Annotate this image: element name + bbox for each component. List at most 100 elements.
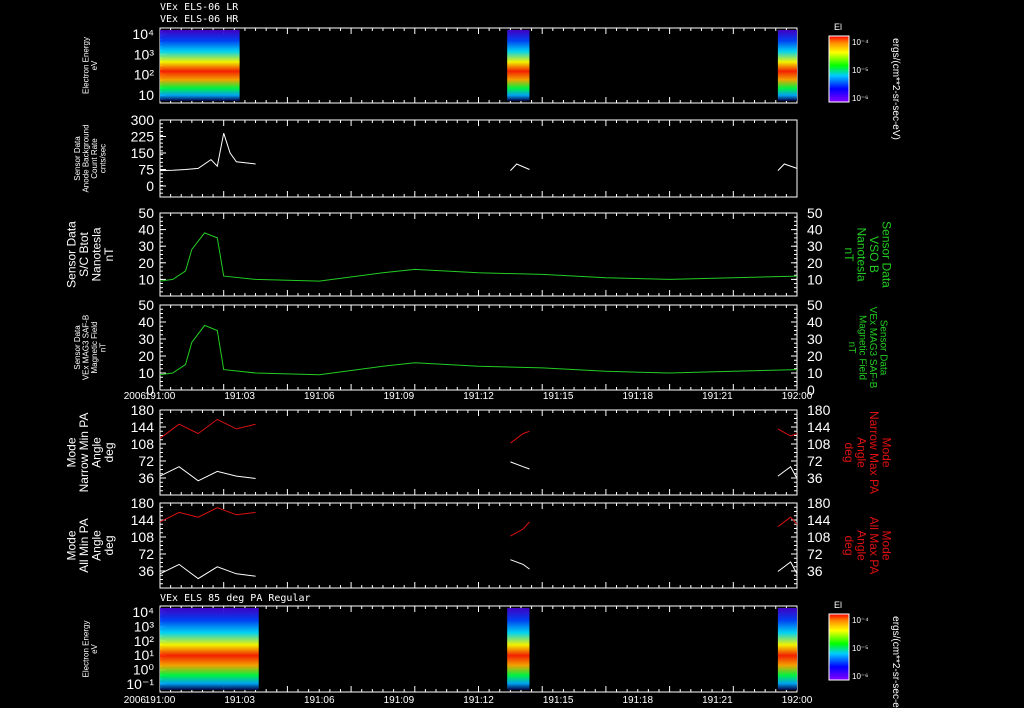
y-tick-label-right: 40 [807, 314, 823, 330]
panel-5-series-6-line [777, 465, 798, 479]
y-tick-label-right: 20 [807, 348, 823, 364]
x-tick-label-bottom: 191:00 [145, 695, 176, 706]
y-tick-label: 30 [138, 331, 154, 347]
y-tick-label: 108 [131, 436, 155, 452]
heatmap-segment-2 [507, 608, 530, 690]
panel-3-ylabel-line: nT [102, 247, 116, 262]
x-tick-label: 192:00 [782, 391, 813, 402]
panel-6-series-4-line [510, 559, 530, 570]
x-tick-label: 191:09 [384, 391, 415, 402]
y-tick-label: 10² [134, 67, 155, 83]
x-tick-label: 191:18 [622, 391, 653, 402]
panel-4-ylabel-right: Sensor DataVEx MAG3 SAF-BMagnetic Fieldn… [846, 307, 889, 389]
panel-6-series-5-line [777, 516, 798, 528]
y-tick-label-right: 72 [807, 453, 823, 469]
y-tick-label: 0 [146, 178, 154, 194]
y-tick-label: 10 [138, 87, 154, 103]
x-tick-label-bottom: 191:09 [384, 695, 415, 706]
panel-5-ylabel-right-line: deg [842, 442, 856, 462]
x-tick-label: 191:00 [145, 391, 176, 402]
colorbar-label: El [834, 22, 842, 32]
y-tick-label: 20 [138, 348, 154, 364]
y-tick-label: 10 [138, 271, 154, 287]
panel-5-series-1-line [159, 418, 256, 439]
panel-3-ylabel: Sensor DataS/C BtotNanoteslanT [64, 221, 116, 288]
x-tick-label-bottom: 191:03 [224, 695, 255, 706]
y-tick-label-right: 36 [807, 470, 823, 486]
y-tick-label: 50 [138, 297, 154, 313]
colorbar-units: ergs/(cm**2-sr-sec-eV) [890, 616, 901, 708]
y-tick-label: 50 [138, 205, 154, 221]
y-tick-label: 144 [131, 512, 155, 528]
colorbar-tick-label: 10⁻⁵ [852, 644, 868, 653]
x-tick-label-bottom: 191:15 [543, 695, 574, 706]
x-tick-label: 191:06 [304, 391, 335, 402]
heatmap-segment-1 [160, 30, 240, 101]
x-tick-label: 191:03 [224, 391, 255, 402]
panel-5-series-5-line [777, 428, 798, 437]
colorbar-label: El [834, 600, 842, 610]
panel-1-frame [159, 27, 798, 104]
panel-6-ylabel-right: ModeAll Max PAAngledeg [842, 517, 894, 575]
panel-2-series-3-line [777, 163, 798, 171]
panel-1-ylabel: Electron Energy eV [82, 37, 99, 94]
y-tick-label: 10⁴ [132, 26, 154, 42]
heatmap-segment-3 [777, 30, 797, 101]
colorbar-tick-label: 10⁻⁶ [852, 672, 868, 681]
panel-5-ylabel-line: deg [102, 442, 116, 462]
colorbar-tick-label: 10⁻⁴ [852, 616, 869, 625]
x-tick-label: 191:21 [702, 391, 733, 402]
colorbar-2 [828, 613, 850, 681]
y-tick-label: 40 [138, 222, 154, 238]
panel-3-series-1-line [159, 232, 798, 282]
colorbar-tick-label: 10⁻⁴ [852, 38, 869, 47]
panel-3-ylabel-right-line: nT [842, 247, 856, 262]
x-tick-label: 191:15 [543, 391, 574, 402]
panel-1-ylabel-line: eV [90, 60, 99, 70]
plot-canvas: 10⁴ 10³ 10² 10 Electron Energy eV 300225150750… [64, 22, 901, 708]
panel-4-ylabel-line: nT [98, 343, 107, 352]
panel-2-ylabel: Sensor Data Anode Background Count Rate cnt… [73, 124, 107, 192]
panel-6-series-1-line [159, 507, 256, 523]
y-tick-label: 300 [131, 112, 155, 128]
panel-6-ylabel: ModeAll Min PAAngledeg [64, 518, 116, 572]
panel-6-ylabel-line: deg [102, 535, 116, 555]
y-tick-label-right: 30 [807, 238, 823, 254]
colorbar-units: ergs/(cm**2-sr-sec-eV) [890, 38, 901, 140]
y-tick-label: 40 [138, 314, 154, 330]
y-tick-label: 150 [131, 145, 155, 161]
panel-5-series-3-line [510, 430, 530, 444]
y-tick-label: 144 [131, 419, 155, 435]
panel-6-ylabel-right-line: deg [842, 535, 856, 555]
heatmap-segment-3 [777, 608, 797, 690]
panel-6-series-2-line [159, 563, 256, 580]
y-tick-label: 180 [131, 402, 155, 418]
panel-6-series-3-line [510, 521, 530, 537]
colorbar-1 [828, 35, 850, 103]
panel-4-ylabel-right-line: nT [846, 342, 857, 354]
panel-2-frame [159, 119, 798, 198]
panel-5-series-2-line [159, 466, 256, 482]
y-tick-label: 180 [131, 495, 155, 511]
panel-4-series-1-line [159, 324, 798, 376]
y-tick-label-right: 50 [807, 205, 823, 221]
x-tick-label-bottom: 191:18 [622, 695, 653, 706]
panel-3-ylabel-right: Sensor DataVSO BNanoteslanT [842, 221, 894, 288]
x-tick-label-bottom: 191:12 [463, 695, 494, 706]
y-tick-label-right: 36 [807, 563, 823, 579]
panel-7-ylabel-line: eV [90, 643, 99, 653]
y-tick-label-right: 72 [807, 546, 823, 562]
y-tick-label: 10 [138, 365, 154, 381]
panel-2-series-2-line [510, 163, 530, 171]
y-tick-label-right: 144 [807, 512, 831, 528]
y-tick-label-right: 180 [807, 402, 831, 418]
x-year-label: 2006 [124, 391, 147, 402]
panel-4-ylabel-right-line: Magnetic Field [856, 315, 867, 380]
y-tick-label: 36 [138, 563, 154, 579]
y-tick-label: 20 [138, 255, 154, 271]
panel-4-ylabel: Sensor Data VEx MAG3 SAF-B Magnetic Field n… [73, 315, 107, 380]
panel-7-ylabel: Electron Energy eV [82, 621, 99, 678]
y-tick-label-right: 20 [807, 255, 823, 271]
y-tick-label: 72 [138, 453, 154, 469]
y-tick-label: 36 [138, 470, 154, 486]
